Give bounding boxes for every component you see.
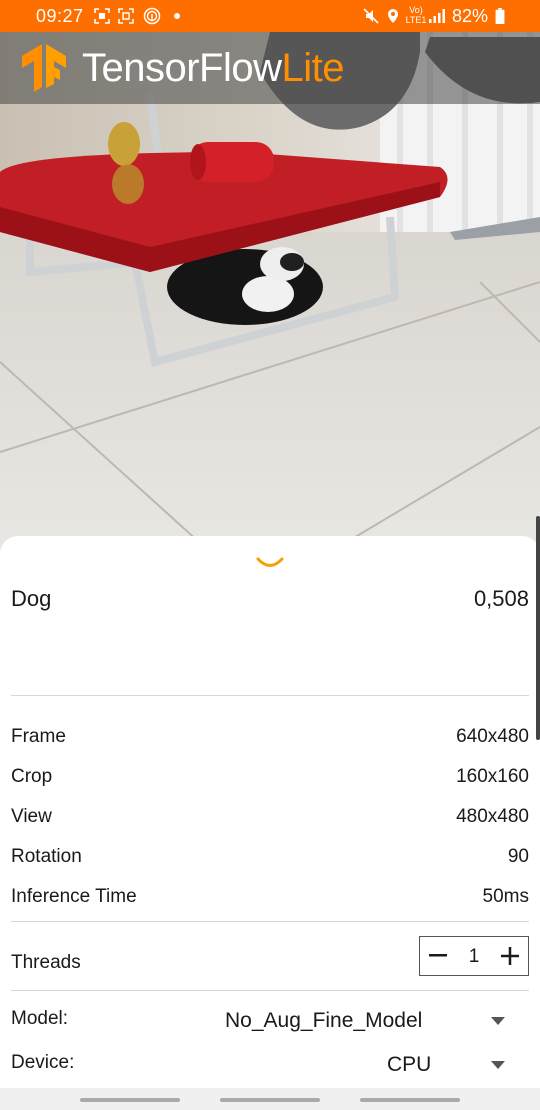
dropdown-arrow-icon bbox=[491, 1017, 505, 1025]
status-bar: 09:27 Vo) LTE1 82% bbox=[0, 0, 540, 32]
device-value: CPU bbox=[387, 1053, 432, 1076]
minus-icon bbox=[429, 954, 447, 957]
frame-row: Frame 640x480 bbox=[11, 726, 529, 750]
chevron-down-icon[interactable] bbox=[255, 556, 285, 570]
app-title-accent: Lite bbox=[281, 46, 345, 90]
inference-time-row: Inference Time 50ms bbox=[11, 886, 529, 910]
battery-level: 82% bbox=[452, 6, 489, 26]
crop-row: Crop 160x160 bbox=[11, 766, 529, 790]
frame-label: Frame bbox=[11, 726, 66, 747]
home-button[interactable] bbox=[220, 1098, 320, 1102]
camera-preview bbox=[0, 32, 540, 552]
navigation-bar bbox=[0, 1088, 540, 1110]
app-bar: TensorFlowLite bbox=[0, 32, 540, 104]
model-label: Model: bbox=[11, 1008, 69, 1029]
view-label: View bbox=[11, 806, 52, 827]
divider bbox=[11, 921, 529, 922]
threads-stepper[interactable]: 1 bbox=[419, 936, 529, 976]
tensorflow-logo-icon bbox=[22, 44, 66, 92]
recents-button[interactable] bbox=[80, 1098, 180, 1102]
inference-time-label: Inference Time bbox=[11, 886, 137, 907]
inference-time-value: 50ms bbox=[482, 886, 529, 907]
plus-icon bbox=[501, 947, 519, 965]
notification-dot bbox=[174, 13, 180, 19]
view-row: View 480x480 bbox=[11, 806, 529, 830]
threads-count: 1 bbox=[468, 946, 480, 967]
rotation-label: Rotation bbox=[11, 846, 82, 867]
battery-icon bbox=[495, 8, 505, 24]
fingerprint-icon bbox=[143, 7, 161, 25]
screenshot-icon bbox=[94, 8, 110, 24]
result-score: 0,508 bbox=[473, 586, 529, 611]
divider bbox=[11, 695, 529, 696]
back-button[interactable] bbox=[360, 1098, 460, 1102]
signal-icon bbox=[429, 9, 445, 23]
volte-icon: Vo) LTE1 bbox=[405, 5, 427, 25]
scrollbar[interactable] bbox=[536, 516, 540, 740]
rotation-value: 90 bbox=[507, 846, 529, 867]
divider bbox=[11, 990, 529, 991]
crop-label: Crop bbox=[11, 766, 53, 787]
bottom-sheet: Dog 0,508 Frame 640x480 Crop 160x160 Vie… bbox=[0, 536, 540, 1110]
mute-icon bbox=[363, 8, 379, 24]
device-row: Device: bbox=[11, 1052, 529, 1076]
rotation-row: Rotation 90 bbox=[11, 846, 529, 870]
threads-plus-button[interactable] bbox=[492, 937, 528, 975]
dropdown-arrow-icon bbox=[491, 1061, 505, 1069]
result-label: Dog bbox=[11, 586, 52, 611]
app-title: TensorFlowLite bbox=[82, 46, 345, 91]
app-title-main: TensorFlow bbox=[82, 46, 282, 90]
screenshot-icon bbox=[118, 8, 134, 24]
crop-value: 160x160 bbox=[456, 766, 529, 787]
frame-value: 640x480 bbox=[456, 726, 529, 747]
clock: 09:27 bbox=[36, 6, 84, 26]
device-label: Device: bbox=[11, 1052, 75, 1073]
view-value: 480x480 bbox=[456, 806, 529, 827]
location-icon bbox=[388, 9, 398, 23]
threads-label: Threads bbox=[11, 952, 81, 973]
model-value: No_Aug_Fine_Model bbox=[225, 1009, 423, 1032]
result-row: Dog 0,508 bbox=[11, 586, 529, 614]
threads-minus-button[interactable] bbox=[420, 937, 456, 975]
